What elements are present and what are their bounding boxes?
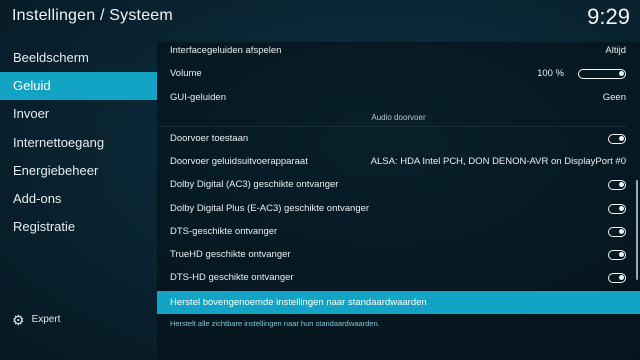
expert-label: Expert xyxy=(31,314,61,325)
scrollbar[interactable] xyxy=(636,180,638,280)
clock: 9:29 xyxy=(587,4,630,29)
settings-panel: Interfacegeluiden afspelen Altijd Volume… xyxy=(157,42,640,360)
section-header-audio-passthrough: Audio doorvoer xyxy=(371,113,426,122)
setting-label: Dolby Digital (AC3) geschikte ontvanger xyxy=(170,179,339,190)
toggle-on-icon[interactable] xyxy=(608,226,626,237)
setting-value: ALSA: HDA Intel PCH, DON DENON-AVR on Di… xyxy=(370,156,626,167)
setting-eac3[interactable]: Dolby Digital Plus (E-AC3) geschikte ont… xyxy=(157,197,640,220)
toggle-on-icon[interactable] xyxy=(608,179,626,190)
setting-label: Doorvoer geluidsuitvoerapparaat xyxy=(170,156,308,167)
setting-label: Doorvoer toestaan xyxy=(170,133,249,144)
sidebar-item-beeldscherm[interactable]: Beeldscherm xyxy=(0,44,157,72)
header: Instellingen / Systeem 9:29 xyxy=(0,0,640,38)
setting-truehd[interactable]: TrueHD geschikte ontvanger xyxy=(157,243,640,266)
setting-label: DTS-geschikte ontvanger xyxy=(170,226,278,237)
sidebar-item-energiebeheer[interactable]: Energiebeheer xyxy=(0,157,157,185)
setting-passthrough-device[interactable]: Doorvoer geluidsuitvoerapparaat ALSA: HD… xyxy=(157,150,640,173)
setting-passthrough[interactable]: Doorvoer toestaan xyxy=(157,127,640,150)
toggle-on-icon[interactable] xyxy=(608,133,626,144)
setting-value: Geen xyxy=(602,92,626,103)
setting-gui-sounds[interactable]: GUI-geluiden Geen xyxy=(157,86,640,109)
sidebar-item-geluid[interactable]: Geluid xyxy=(0,72,157,100)
sidebar-item-add-ons[interactable]: Add-ons xyxy=(0,185,157,213)
setting-value: Altijd xyxy=(605,45,626,56)
toggle-on-icon[interactable] xyxy=(608,203,626,214)
expert-level-button[interactable]: ⚙ Expert xyxy=(12,311,61,328)
setting-volume[interactable]: Volume 100 % xyxy=(157,62,640,85)
setting-dtshd[interactable]: DTS-HD geschikte ontvanger xyxy=(157,266,640,289)
setting-interface-sounds[interactable]: Interfacegeluiden afspelen Altijd xyxy=(157,39,640,62)
setting-label: GUI-geluiden xyxy=(170,92,226,103)
sidebar-item-internettoegang[interactable]: Internettoegang xyxy=(0,129,157,157)
setting-ac3[interactable]: Dolby Digital (AC3) geschikte ontvanger xyxy=(157,173,640,196)
gear-icon: ⚙ xyxy=(12,311,25,328)
volume-value: 100 % xyxy=(537,68,564,79)
sidebar-item-invoer[interactable]: Invoer xyxy=(0,100,157,128)
setting-label: Volume xyxy=(170,68,202,79)
setting-label: TrueHD geschikte ontvanger xyxy=(170,249,291,260)
toggle-on-icon[interactable] xyxy=(608,272,626,283)
sidebar-item-registratie[interactable]: Registratie xyxy=(0,213,157,241)
setting-label: DTS-HD geschikte ontvanger xyxy=(170,272,294,283)
setting-label: Dolby Digital Plus (E-AC3) geschikte ont… xyxy=(170,203,370,214)
reset-defaults-button[interactable]: Herstel bovengenoemde instellingen naar … xyxy=(157,291,640,314)
page-title: Instellingen / Systeem xyxy=(12,7,173,24)
help-text: Herstelt alle zichtbare instellingen naa… xyxy=(170,319,380,328)
setting-label: Interfacegeluiden afspelen xyxy=(170,45,282,56)
setting-dts[interactable]: DTS-geschikte ontvanger xyxy=(157,220,640,243)
toggle-on-icon[interactable] xyxy=(608,249,626,260)
setting-label: Herstel bovengenoemde instellingen naar … xyxy=(170,297,427,308)
volume-slider[interactable] xyxy=(578,68,626,79)
